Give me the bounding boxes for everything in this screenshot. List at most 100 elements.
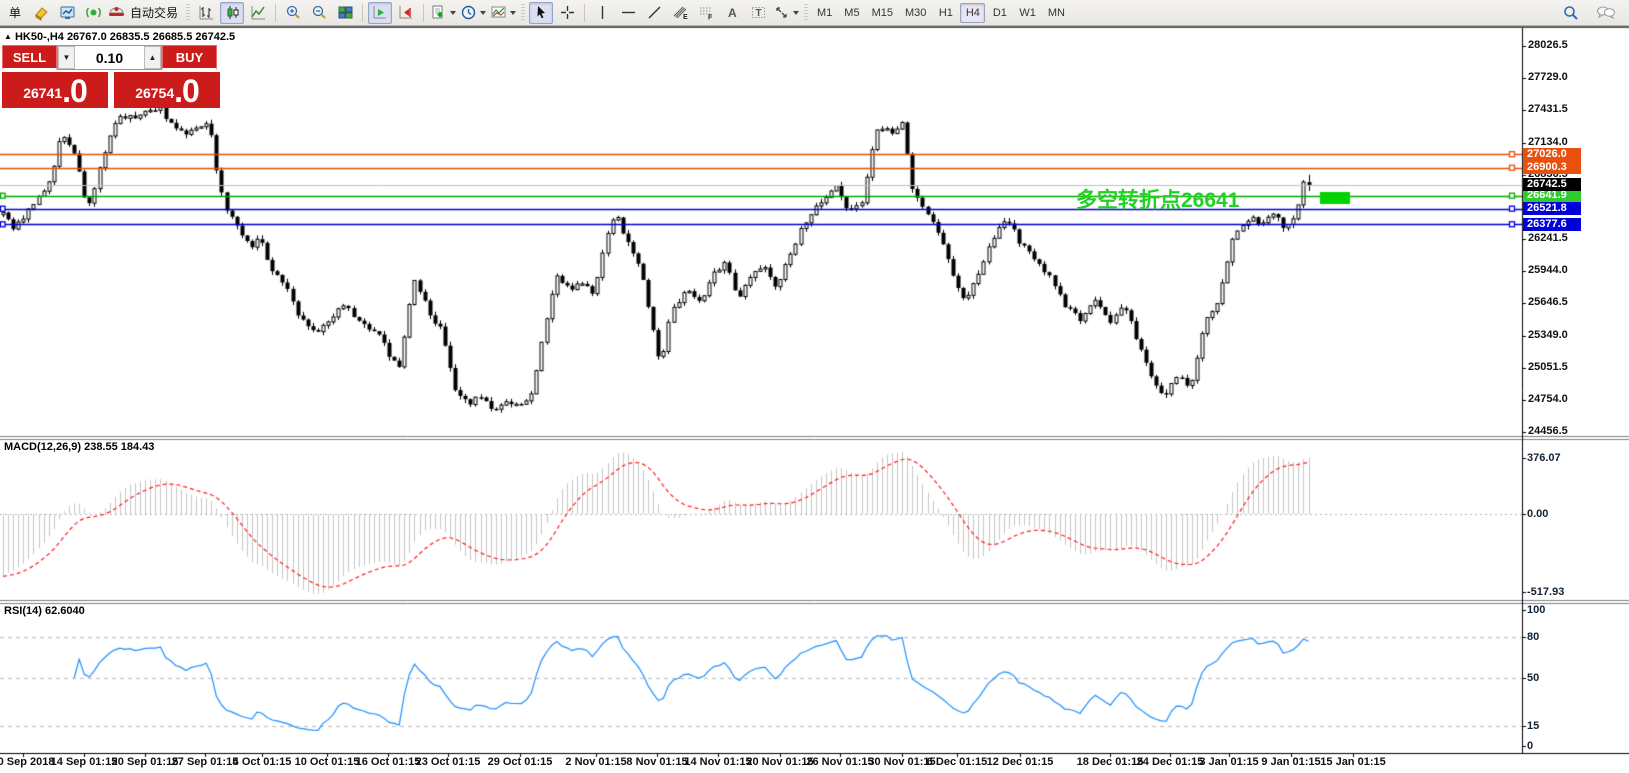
new-order-icon [33, 4, 50, 21]
time-axis-label[interactable]: 2 Nov 01:15 [565, 756, 626, 768]
toolbar-separator [584, 4, 585, 22]
chart-canvas[interactable] [0, 0, 1629, 773]
svg-text:A: A [728, 6, 737, 20]
vertical-line-button[interactable] [590, 2, 614, 24]
toolbar-separator [804, 4, 808, 22]
time-axis-label[interactable]: 26 Nov 01:15 [806, 756, 873, 768]
sell-button[interactable]: SELL [2, 45, 57, 70]
time-axis-label[interactable]: 12 Dec 01:15 [987, 756, 1054, 768]
time-axis-label[interactable]: 29 Oct 01:15 [488, 756, 553, 768]
arrows-button[interactable] [772, 2, 800, 24]
search-button[interactable] [1559, 2, 1583, 24]
horizontal-line-button[interactable] [616, 2, 640, 24]
chat-button[interactable] [1594, 2, 1618, 24]
templates-button[interactable] [489, 2, 517, 24]
trendline-button[interactable] [642, 2, 666, 24]
timeframe-h1[interactable]: H1 [933, 3, 958, 23]
volume-input[interactable]: 0.10 [75, 46, 144, 69]
trendline-icon [646, 4, 663, 21]
time-axis-label[interactable]: 20 Nov 01:15 [746, 756, 813, 768]
time-axis-label[interactable]: 20 Sep 01:15 [112, 756, 179, 768]
time-axis-label[interactable]: 14 Sep 01:15 [51, 756, 118, 768]
time-axis-label[interactable]: 4 Oct 01:15 [233, 756, 292, 768]
price-axis-tick: 25349.0 [1528, 329, 1568, 341]
timeframe-mn[interactable]: MN [1043, 3, 1070, 23]
timeframe-m30[interactable]: M30 [900, 3, 931, 23]
hline-price-tag[interactable]: 26900.3 [1523, 161, 1581, 174]
timeframe-m15[interactable]: M15 [867, 3, 898, 23]
hline-price-tag[interactable]: 26521.8 [1523, 202, 1581, 215]
sell-price-display[interactable]: 26741.0 [2, 72, 108, 108]
timeframe-w1[interactable]: W1 [1014, 3, 1041, 23]
rsi-indicator-label: RSI(14) 62.6040 [4, 605, 85, 617]
indicators-button[interactable] [429, 2, 457, 24]
toolbar-separator [362, 4, 363, 22]
buy-button[interactable]: BUY [162, 45, 217, 70]
timeframe-d1[interactable]: D1 [987, 3, 1012, 23]
autotrading-button[interactable]: 自动交易 [107, 2, 182, 24]
time-axis-label[interactable]: 3 Jan 01:15 [1199, 756, 1258, 768]
hline-price-tag[interactable]: 26377.6 [1523, 218, 1581, 231]
text-label-button[interactable]: T [746, 2, 770, 24]
rsi-axis-tick: 15 [1527, 720, 1539, 732]
buy-price-display[interactable]: 26754.0 [114, 72, 220, 108]
fibonacci-icon: F [698, 4, 715, 21]
rsi-axis-tick: 100 [1527, 604, 1545, 616]
macd-axis-tick: -517.93 [1527, 586, 1564, 598]
equidistant-channel-button[interactable]: E [668, 2, 692, 24]
candlestick-mode-button[interactable] [220, 2, 244, 24]
timeframe-m5[interactable]: M5 [839, 3, 864, 23]
vertical-line-icon [594, 4, 611, 21]
cursor-button[interactable] [529, 2, 553, 24]
time-axis-label[interactable]: 14 Nov 01:15 [684, 756, 751, 768]
chart-shift-button[interactable] [394, 2, 418, 24]
volume-decrease-button[interactable]: ▼ [58, 46, 75, 69]
toolbar-separator [275, 4, 276, 22]
charts-icon-button[interactable] [55, 2, 79, 24]
line-chart-mode-button[interactable] [246, 2, 270, 24]
timeframe-m1[interactable]: M1 [812, 3, 837, 23]
chart-annotation-text[interactable]: 多空转折点26641 [1076, 184, 1239, 214]
signal-icon [85, 4, 102, 21]
hline-price-tag[interactable]: 27026.0 [1523, 148, 1581, 161]
time-axis-label[interactable]: 10 Sep 2018 [0, 756, 55, 768]
time-axis-label[interactable]: 16 Oct 01:15 [356, 756, 421, 768]
periods-button[interactable] [459, 2, 487, 24]
time-axis-label[interactable]: 30 Nov 01:15 [868, 756, 935, 768]
toolbar: 单 [0, 0, 1629, 26]
current-price-tag: 26742.5 [1523, 178, 1581, 191]
time-axis-label[interactable]: 10 Oct 01:15 [295, 756, 360, 768]
price-axis-tick: 25944.0 [1528, 264, 1568, 276]
macd-axis-tick: 0.00 [1527, 508, 1548, 520]
time-axis-label[interactable]: 23 Oct 01:15 [416, 756, 481, 768]
price-axis-tick: 25646.5 [1528, 296, 1568, 308]
text-button[interactable]: A [720, 2, 744, 24]
zoom-out-button[interactable] [307, 2, 331, 24]
new-order-icon-button[interactable] [29, 2, 53, 24]
price-axis-tick: 26241.5 [1528, 232, 1568, 244]
time-axis-label[interactable]: 27 Sep 01:15 [172, 756, 239, 768]
rsi-axis-tick: 50 [1527, 672, 1539, 684]
time-axis-label[interactable]: 8 Nov 01:15 [626, 756, 687, 768]
bar-chart-mode-button[interactable] [194, 2, 218, 24]
price-axis-tick: 27134.0 [1528, 136, 1568, 148]
signals-icon-button[interactable] [81, 2, 105, 24]
zoom-in-button[interactable] [281, 2, 305, 24]
volume-increase-button[interactable]: ▲ [144, 46, 161, 69]
new-order-button[interactable]: 单 [3, 2, 27, 24]
auto-scroll-icon [372, 4, 389, 21]
fibonacci-button[interactable]: F [694, 2, 718, 24]
crosshair-button[interactable] [555, 2, 579, 24]
time-axis-label[interactable]: 15 Jan 01:15 [1320, 756, 1385, 768]
time-axis-label[interactable]: 9 Jan 01:15 [1261, 756, 1320, 768]
cursor-icon [533, 4, 550, 21]
time-axis-label[interactable]: 24 Dec 01:15 [1137, 756, 1204, 768]
auto-scroll-button[interactable] [368, 2, 392, 24]
tile-windows-button[interactable] [333, 2, 357, 24]
time-axis-label[interactable]: 18 Dec 01:15 [1077, 756, 1144, 768]
macd-axis-tick: 376.07 [1527, 452, 1561, 464]
time-axis-label[interactable]: 6 Dec 01:15 [927, 756, 988, 768]
timeframe-h4[interactable]: H4 [960, 3, 985, 23]
mt4-window: 单 [0, 0, 1629, 773]
timeframe-group: M1M5M15M30H1H4D1W1MN [811, 3, 1071, 23]
